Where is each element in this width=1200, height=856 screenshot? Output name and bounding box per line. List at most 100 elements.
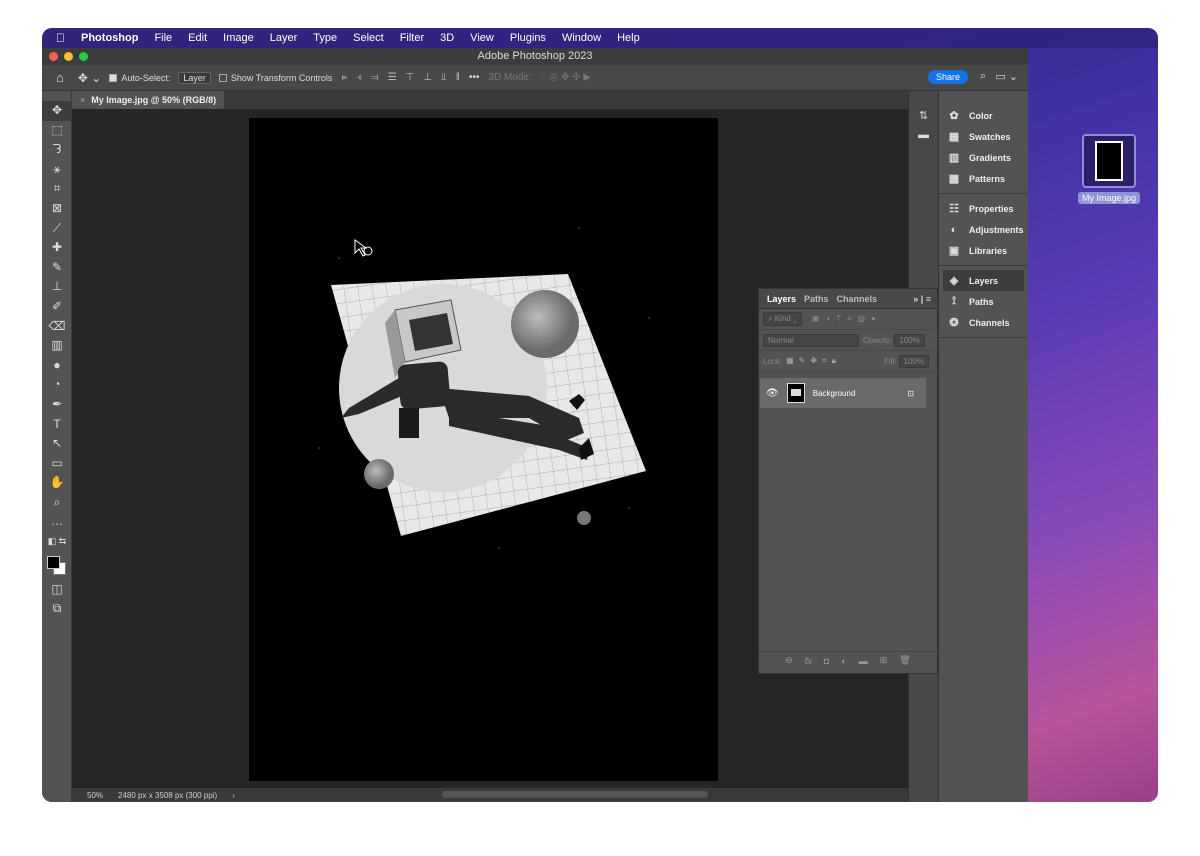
- status-arrow-icon[interactable]: ›: [232, 791, 235, 800]
- crop-tool-icon[interactable]: ⌗: [42, 179, 72, 199]
- menu-3d[interactable]: 3D: [440, 32, 454, 44]
- transform-controls-checkbox[interactable]: Show Transform Controls: [218, 73, 332, 83]
- pen-tool-icon[interactable]: ✒: [42, 395, 72, 415]
- new-layer-icon[interactable]: ⊞: [880, 655, 888, 666]
- distribute-v-icon[interactable]: ‖: [456, 72, 460, 83]
- layer-name[interactable]: Background: [813, 389, 856, 398]
- align-left-icon[interactable]: ⫢: [341, 72, 347, 83]
- eraser-icon[interactable]: ⌫: [42, 317, 72, 337]
- align-bottom-icon[interactable]: ⫫: [441, 72, 447, 83]
- menu-plugins[interactable]: Plugins: [510, 32, 546, 44]
- group-folder-icon[interactable]: ▬: [859, 656, 868, 666]
- more-options-icon[interactable]: •••: [469, 72, 480, 83]
- align-top-icon[interactable]: ⊤: [406, 72, 415, 83]
- menu-layer[interactable]: Layer: [270, 32, 298, 44]
- eyedropper-icon[interactable]: ⟋: [42, 219, 72, 239]
- stamp-tool-icon[interactable]: ⊥: [42, 277, 72, 297]
- hand-tool-icon[interactable]: ✋: [42, 473, 72, 493]
- shape-tool-icon[interactable]: ▭: [42, 454, 72, 474]
- trash-icon[interactable]: 🗑︎: [899, 655, 910, 666]
- share-button[interactable]: Share: [927, 70, 968, 84]
- close-tab-icon[interactable]: ×: [80, 95, 85, 105]
- fill-field[interactable]: 100%: [898, 354, 929, 368]
- brush-tool-icon[interactable]: ✎: [42, 258, 72, 278]
- edit-toolbar-icon[interactable]: …: [42, 512, 72, 532]
- magic-wand-icon[interactable]: ⚹: [42, 160, 72, 180]
- panel-adjustments[interactable]: ◐ Adjustments: [939, 219, 1028, 240]
- distribute-icon[interactable]: ☰: [388, 72, 397, 83]
- tab-layers[interactable]: Layers: [767, 294, 796, 304]
- align-middle-icon[interactable]: ⊥: [423, 72, 432, 83]
- menu-view[interactable]: View: [470, 32, 494, 44]
- tab-channels[interactable]: Channels: [837, 294, 878, 304]
- menu-type[interactable]: Type: [313, 32, 337, 44]
- panel-layers[interactable]: ◈ Layers: [943, 270, 1024, 291]
- search-icon[interactable]: ⌕: [980, 70, 986, 83]
- panel-libraries[interactable]: ▣ Libraries: [939, 240, 1028, 261]
- menu-edit[interactable]: Edit: [188, 32, 207, 44]
- close-button[interactable]: [49, 52, 58, 61]
- layer-row[interactable]: 👁︎ Background ⊡: [760, 378, 926, 408]
- panel-properties[interactable]: ☷ Properties: [939, 198, 1028, 219]
- link-icon[interactable]: ⊖: [785, 655, 793, 666]
- blend-mode-select[interactable]: Normal: [763, 333, 859, 347]
- quick-mask-icon[interactable]: ◫: [42, 580, 72, 600]
- history-icon[interactable]: ⇅: [909, 109, 938, 129]
- desktop-file[interactable]: My Image.jpg: [1064, 134, 1154, 206]
- align-center-icon[interactable]: ⫣: [356, 72, 362, 83]
- menu-select[interactable]: Select: [353, 32, 384, 44]
- swap-colors-icon[interactable]: ◧ ⇆: [42, 532, 72, 552]
- panel-color[interactable]: ✿ Color: [939, 105, 1028, 126]
- gradient-tool-icon[interactable]: ▥: [42, 336, 72, 356]
- menu-help[interactable]: Help: [617, 32, 640, 44]
- visibility-eye-icon[interactable]: 👁︎: [766, 388, 779, 399]
- panel-swatches[interactable]: ▦ Swatches: [939, 126, 1028, 147]
- type-tool-icon[interactable]: T: [42, 415, 72, 435]
- auto-select-checkbox[interactable]: Auto-Select:: [109, 73, 170, 83]
- move-tool-icon[interactable]: ✥: [42, 101, 72, 121]
- menu-window[interactable]: Window: [562, 32, 601, 44]
- path-select-icon[interactable]: ↖: [42, 434, 72, 454]
- document-tab[interactable]: × My Image.jpg @ 50% (RGB/8): [72, 91, 225, 109]
- tab-paths[interactable]: Paths: [804, 294, 829, 304]
- apple-icon[interactable]: : [56, 31, 65, 45]
- marquee-tool-icon[interactable]: ⬚: [42, 121, 72, 141]
- adjustment-layer-icon[interactable]: ◐: [841, 656, 846, 666]
- move-tool-icon[interactable]: ✥ ⌄: [78, 71, 101, 85]
- mask-icon[interactable]: ◘: [824, 656, 829, 666]
- workspace-icon[interactable]: ▭ ⌄: [995, 70, 1018, 83]
- history-brush-icon[interactable]: ✐: [42, 297, 72, 317]
- comments-icon[interactable]: ▬: [909, 129, 938, 149]
- frame-tool-icon[interactable]: ⊠: [42, 199, 72, 219]
- blur-tool-icon[interactable]: ●: [42, 356, 72, 376]
- menu-image[interactable]: Image: [223, 32, 254, 44]
- document-canvas[interactable]: [249, 118, 718, 781]
- file-name[interactable]: My Image.jpg: [1077, 192, 1141, 204]
- panel-paths[interactable]: ⟟ Paths: [939, 291, 1028, 312]
- healing-brush-icon[interactable]: ✚: [42, 238, 72, 258]
- opacity-field[interactable]: 100%: [894, 333, 925, 347]
- panel-patterns[interactable]: ▩ Patterns: [939, 168, 1028, 189]
- dodge-tool-icon[interactable]: ◔: [42, 375, 72, 395]
- kind-filter[interactable]: ⌕ Kind ⌄: [763, 312, 802, 326]
- zoom-level[interactable]: 50%: [87, 791, 103, 800]
- align-right-icon[interactable]: ⫤: [371, 72, 379, 83]
- file-thumbnail[interactable]: [1082, 134, 1136, 188]
- panel-gradients[interactable]: ▥ Gradients: [939, 147, 1028, 168]
- color-swatches-icon[interactable]: [42, 552, 72, 580]
- filter-icons[interactable]: ▣◑T⌗▨●: [812, 314, 882, 324]
- zoom-button[interactable]: [79, 52, 88, 61]
- fx-icon[interactable]: fx: [805, 656, 812, 666]
- screen-mode-icon[interactable]: ⧉: [42, 599, 72, 619]
- minimize-button[interactable]: [64, 52, 73, 61]
- menu-file[interactable]: File: [154, 32, 172, 44]
- auto-select-dropdown[interactable]: Layer: [178, 71, 211, 84]
- menu-filter[interactable]: Filter: [400, 32, 424, 44]
- panel-channels[interactable]: ❂ Channels: [939, 312, 1028, 333]
- menu-app-name[interactable]: Photoshop: [81, 32, 138, 44]
- panel-menu-icon[interactable]: » | ≡: [913, 294, 931, 304]
- lock-icons[interactable]: ▦✎✥⌗🔒︎: [786, 356, 841, 366]
- lasso-tool-icon[interactable]: ᘊ: [42, 140, 72, 160]
- home-icon[interactable]: ⌂: [56, 70, 64, 85]
- zoom-tool-icon[interactable]: ⌕: [42, 493, 72, 513]
